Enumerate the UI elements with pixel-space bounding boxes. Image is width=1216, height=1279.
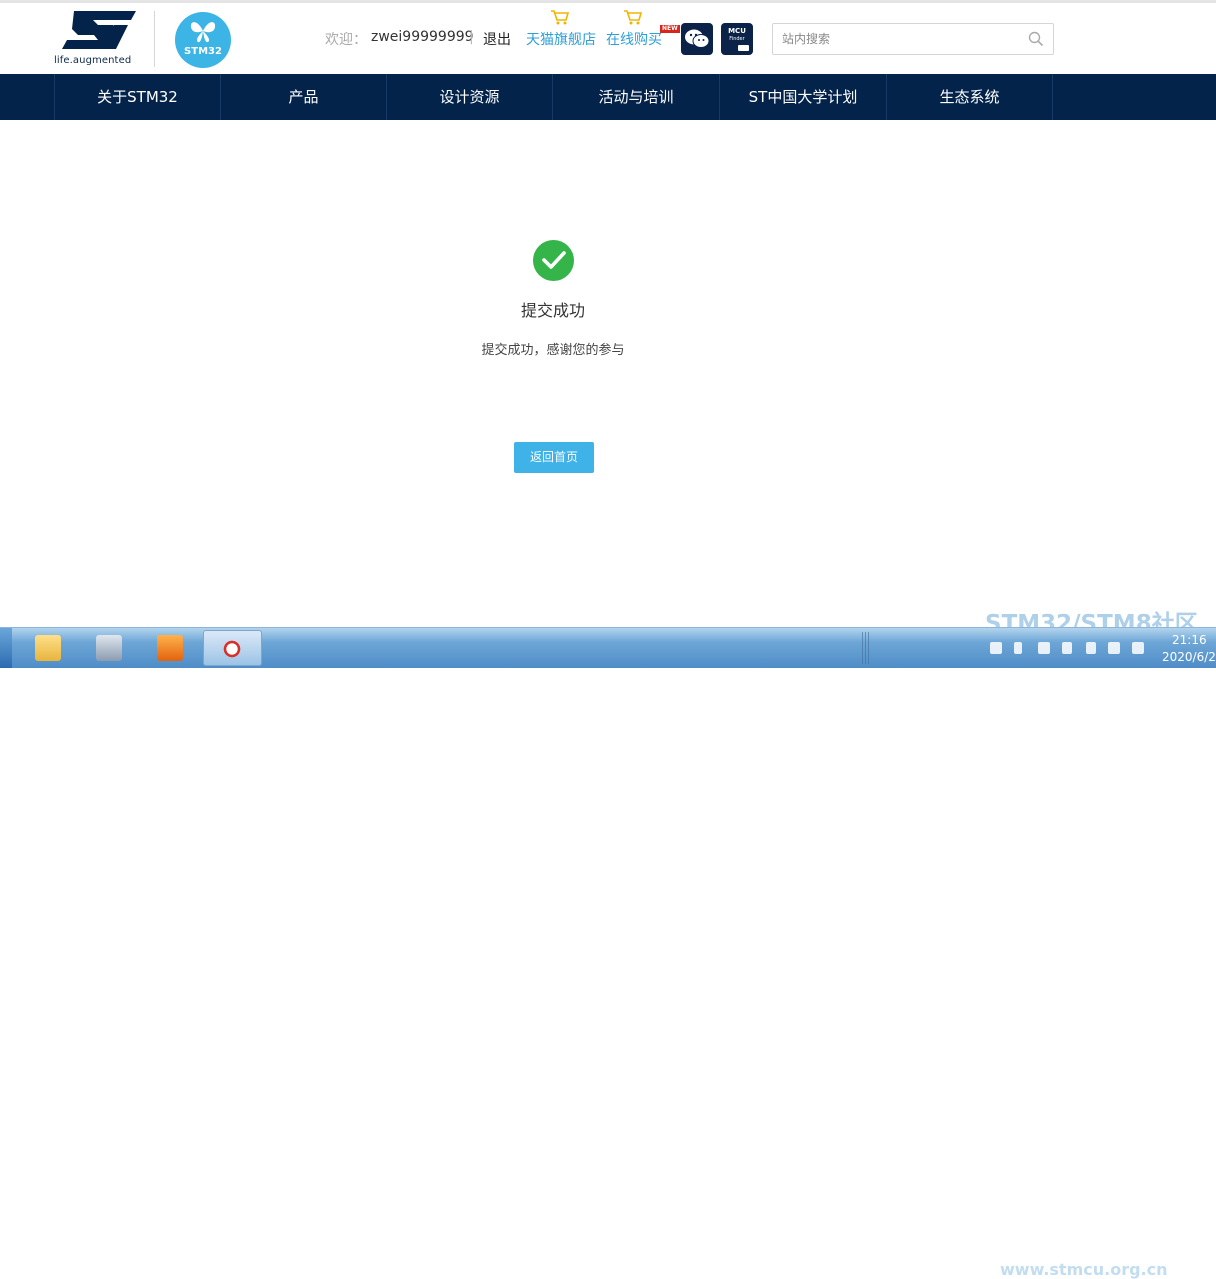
search-box — [772, 23, 1054, 55]
tmall-store-link[interactable]: 天猫旗舰店 — [526, 29, 596, 49]
return-home-button[interactable]: 返回首页 — [514, 442, 594, 473]
st-mini-logo-icon — [738, 45, 749, 51]
media-player-icon — [157, 635, 183, 661]
nav-divider — [1052, 74, 1053, 120]
logout-link[interactable]: 退出 — [483, 29, 511, 49]
stm32-badge[interactable]: STM32 — [175, 12, 231, 68]
wechat-button[interactable] — [681, 23, 713, 55]
nav-item-events-training[interactable]: 活动与培训 — [552, 74, 719, 120]
taskbar-explorer[interactable] — [20, 630, 74, 666]
cart-icon — [551, 10, 570, 25]
st-logo-icon — [62, 11, 136, 49]
username[interactable]: zwei99999999 — [371, 29, 474, 45]
clock-date[interactable]: 2020/6/2 — [1162, 650, 1216, 664]
cart-icon — [624, 10, 643, 25]
network-icon[interactable] — [990, 642, 1002, 654]
flag-icon[interactable] — [1062, 642, 1072, 654]
result-message: 提交成功，感谢您的参与 — [481, 343, 625, 358]
search-icon[interactable] — [1028, 31, 1044, 47]
logo-tagline: life.augmented — [54, 55, 132, 66]
bluetooth-icon[interactable] — [1014, 642, 1022, 654]
stm32-badge-label: STM32 — [184, 46, 222, 57]
windows-taskbar: 21:16 2020/6/2 www.stmcu.org.cn — [0, 627, 1216, 1279]
nav-item-ecosystem[interactable]: 生态系统 — [886, 74, 1052, 120]
success-check-icon — [533, 240, 574, 281]
online-buy-link[interactable]: 在线购买 — [606, 29, 662, 49]
butterfly-icon — [190, 22, 216, 43]
main-nav: 关于STM32 产品 设计资源 活动与培训 ST中国大学计划 生态系统 — [0, 74, 1216, 120]
wechat-icon — [685, 29, 710, 48]
tray-app-icon[interactable] — [1038, 642, 1050, 654]
snipping-tool-icon — [219, 636, 245, 662]
new-badge: NEW — [660, 25, 680, 33]
taskbar-snipping-tool[interactable] — [203, 630, 262, 666]
signal-icon[interactable] — [1108, 642, 1120, 654]
welcome-label: 欢迎： — [325, 32, 367, 48]
volume-icon[interactable] — [1132, 642, 1144, 654]
nav-item-university-program[interactable]: ST中国大学计划 — [719, 74, 886, 120]
st-logo[interactable]: life.augmented — [54, 11, 138, 69]
mcu-finder-label: MCU — [728, 27, 746, 35]
header-separator: | — [469, 29, 474, 45]
clock-time[interactable]: 21:16 — [1172, 633, 1207, 647]
result-title: 提交成功 — [520, 301, 585, 320]
mcu-finder-sublabel: Finder — [729, 36, 745, 42]
nav-item-about-stm32[interactable]: 关于STM32 — [54, 74, 220, 120]
nav-item-products[interactable]: 产品 — [220, 74, 386, 120]
logo-divider — [154, 11, 155, 67]
nav-item-design-resources[interactable]: 设计资源 — [386, 74, 552, 120]
taskbar-calculator[interactable] — [81, 630, 135, 666]
site-header: life.augmented STM32 欢迎： zwei99999999 | … — [0, 3, 1216, 74]
calculator-icon — [96, 635, 122, 661]
power-icon[interactable] — [1086, 642, 1096, 654]
search-input[interactable] — [782, 29, 1012, 49]
taskbar-grip — [862, 632, 870, 664]
community-url-watermark: www.stmcu.org.cn — [1000, 1260, 1168, 1279]
taskbar-media-player[interactable] — [142, 630, 196, 666]
start-button[interactable] — [0, 628, 12, 668]
folder-icon — [35, 635, 61, 661]
mcu-finder-button[interactable]: MCU Finder — [721, 23, 753, 55]
